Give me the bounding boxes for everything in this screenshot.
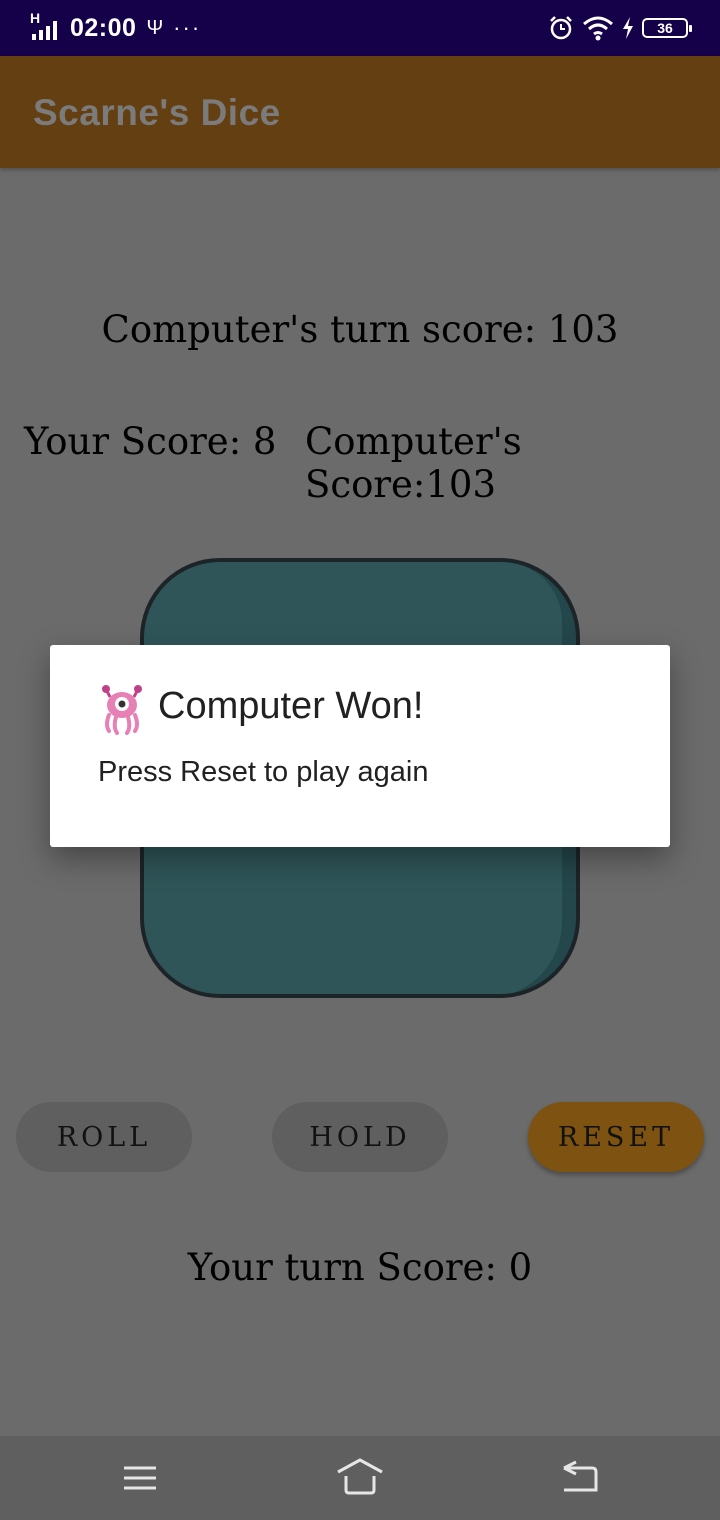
- more-notifications-icon: ···: [173, 15, 202, 40]
- wifi-icon: [583, 16, 613, 41]
- battery-icon: 36: [642, 18, 692, 38]
- signal-icon: H: [30, 10, 60, 42]
- game-over-dialog[interactable]: Computer Won! Press Reset to play again: [50, 645, 670, 847]
- alarm-icon: [550, 16, 572, 40]
- navigation-bar: [0, 1436, 720, 1520]
- dialog-message: Press Reset to play again: [98, 756, 429, 788]
- clock: 02:00: [70, 13, 137, 42]
- computer-score: Computer's Score:103: [305, 420, 522, 506]
- hold-button[interactable]: HOLD: [272, 1102, 448, 1172]
- dialog-title: Computer Won!: [158, 685, 424, 727]
- your-turn-score: Your turn Score: 0: [187, 1246, 533, 1289]
- computer-turn-score: Computer's turn score: 103: [101, 308, 619, 351]
- home-icon[interactable]: [336, 1456, 384, 1500]
- back-icon[interactable]: [556, 1456, 604, 1500]
- reset-button[interactable]: RESET: [528, 1102, 704, 1172]
- app-bar: Scarne's Dice: [0, 56, 720, 168]
- app-title: Scarne's Dice: [33, 92, 281, 133]
- roll-button[interactable]: ROLL: [16, 1102, 192, 1172]
- menu-icon[interactable]: [116, 1456, 164, 1500]
- your-score: Your Score: 8: [24, 420, 277, 463]
- status-bar: H 02:00 Ψ ··· 36: [0, 0, 720, 56]
- charging-icon: [623, 17, 633, 39]
- alien-monster-icon: [102, 685, 142, 735]
- usb-icon: Ψ: [146, 16, 164, 39]
